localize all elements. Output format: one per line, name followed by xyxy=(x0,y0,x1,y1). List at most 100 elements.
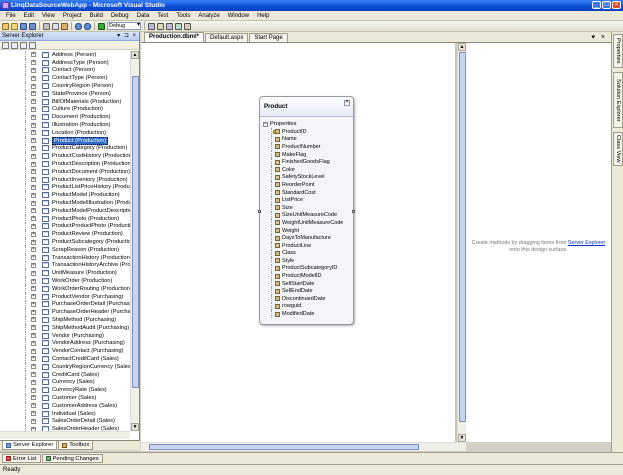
tree-node-table[interactable]: + ShipMethodAudit (Purchasing) xyxy=(0,323,130,332)
tab-class-view[interactable]: Class View xyxy=(613,132,623,166)
tree-node-table[interactable]: + CountryRegion (Person) xyxy=(0,82,130,90)
expand-icon[interactable]: + xyxy=(31,418,36,424)
tree-node-table[interactable]: + ProductModelProductDescription (Product… xyxy=(0,206,130,215)
tree-node-table[interactable]: + Product (Production) xyxy=(0,136,130,145)
expand-icon[interactable]: + xyxy=(31,270,36,276)
expand-icon[interactable]: + xyxy=(31,255,36,261)
expand-icon[interactable]: + xyxy=(31,231,36,237)
toolbox-icon[interactable] xyxy=(175,22,182,30)
entity-property[interactable]: StandardCost xyxy=(271,188,353,197)
tree-horizontal-scrollbar[interactable] xyxy=(0,431,130,439)
expand-icon[interactable]: + xyxy=(31,161,36,167)
properties-window-icon[interactable] xyxy=(157,22,164,30)
properties-section[interactable]: − Properties xyxy=(263,121,296,127)
expand-icon[interactable]: + xyxy=(31,192,36,198)
panel-controls[interactable]: ▾ ⊐ × xyxy=(117,32,137,39)
tab-toolbox[interactable]: Toolbox xyxy=(58,441,94,450)
tab-pending-changes[interactable]: Pending Changes xyxy=(41,454,103,463)
tree-node-table[interactable]: + TransactionHistoryArchive (Production) xyxy=(0,261,130,270)
expand-icon[interactable]: + xyxy=(31,153,36,159)
tree-node-table[interactable]: + TransactionHistory (Production) xyxy=(0,253,130,262)
scroll-up-icon[interactable]: ▲ xyxy=(458,43,466,51)
minimize-button[interactable]: _ xyxy=(592,1,601,9)
close-button[interactable]: × xyxy=(612,1,621,9)
tree-node-table[interactable]: + Illustration (Production) xyxy=(0,121,130,129)
expand-icon[interactable]: + xyxy=(31,91,36,97)
expand-icon[interactable]: + xyxy=(31,340,36,346)
entity-property[interactable]: ProductModelID xyxy=(271,272,353,280)
tree-node-table[interactable]: + StateProvince (Person) xyxy=(0,89,130,98)
entity-property[interactable]: Name xyxy=(271,135,353,144)
menu-analyze[interactable]: Analyze xyxy=(194,13,223,19)
expand-icon[interactable]: + xyxy=(31,75,36,81)
open-file-icon[interactable] xyxy=(11,22,18,30)
stop-refresh-icon[interactable] xyxy=(11,41,18,49)
start-debugging-icon[interactable] xyxy=(98,22,105,30)
tree-node-table[interactable]: + Document (Production) xyxy=(0,113,130,122)
entity-property[interactable]: rowguid xyxy=(271,302,353,311)
entity-property[interactable]: Style xyxy=(271,257,353,265)
tree-node-table[interactable]: + UnitMeasure (Production) xyxy=(0,269,130,278)
tree-node-table[interactable]: + ProductCostHistory (Production) xyxy=(0,152,130,161)
tree-node-table[interactable]: + Location (Production) xyxy=(0,128,130,137)
tree-node-table[interactable]: + AddressType (Person) xyxy=(0,58,130,67)
tab-start-page[interactable]: Start Page xyxy=(249,33,288,42)
tree-node-table[interactable]: + ProductProductPhoto (Production) xyxy=(0,222,130,231)
expand-icon[interactable]: + xyxy=(31,208,36,214)
expand-icon[interactable]: + xyxy=(31,301,36,307)
entity-property[interactable]: ProductID xyxy=(271,128,353,136)
tree-node-table[interactable]: + ProductInventory (Production) xyxy=(0,175,130,184)
tab-server-explorer[interactable]: Server Explorer xyxy=(2,441,58,450)
expand-icon[interactable]: + xyxy=(31,177,36,183)
menu-file[interactable]: File xyxy=(2,13,20,19)
undo-icon[interactable] xyxy=(75,22,82,30)
tree-node-table[interactable]: + Culture (Production) xyxy=(0,105,130,114)
entity-property[interactable]: WeightUnitMeasureCode xyxy=(271,219,353,227)
collapse-icon[interactable]: ^ xyxy=(344,100,350,106)
entity-property[interactable]: DaysToManufacture xyxy=(271,234,353,242)
expand-icon[interactable]: + xyxy=(31,403,36,409)
tree-node-table[interactable]: + CustomerAddress (Sales) xyxy=(0,401,130,410)
scroll-thumb[interactable] xyxy=(132,76,139,388)
menu-debug[interactable]: Debug xyxy=(107,13,133,19)
entity-property[interactable]: Color xyxy=(271,165,353,174)
expand-icon[interactable]: + xyxy=(31,317,36,323)
entity-property[interactable]: SellStartDate xyxy=(271,279,353,288)
object-browser-icon[interactable] xyxy=(166,22,173,30)
tree-node-table[interactable]: + ProductModelIllustration (Production) xyxy=(0,199,130,207)
toolbar-options-icon[interactable] xyxy=(184,22,191,30)
expand-icon[interactable]: + xyxy=(31,114,36,120)
expand-icon[interactable]: + xyxy=(31,184,36,190)
expand-icon[interactable]: + xyxy=(31,309,36,315)
entity-property[interactable]: FinishedGoodsFlag xyxy=(271,158,353,166)
entity-property[interactable]: DiscontinuedDate xyxy=(271,295,353,303)
refresh-icon[interactable] xyxy=(2,41,9,49)
tree-node-table[interactable]: + ContactType (Person) xyxy=(0,74,130,83)
expand-icon[interactable]: + xyxy=(31,216,36,222)
document-close-controls[interactable]: ▾ × xyxy=(591,33,607,41)
tree-node-table[interactable]: + VendorAddress (Purchasing) xyxy=(0,339,130,348)
tab-error-list[interactable]: Error List xyxy=(2,454,41,463)
expand-icon[interactable]: + xyxy=(31,122,36,128)
menu-build[interactable]: Build xyxy=(86,13,107,19)
tree-node-table[interactable]: + Currency (Sales) xyxy=(0,378,130,387)
server-explorer-link[interactable]: Server Explorer xyxy=(568,240,605,246)
tree-node-table[interactable]: + Address (Person) xyxy=(0,51,130,59)
expand-icon[interactable]: + xyxy=(31,278,36,284)
expand-icon[interactable]: + xyxy=(31,138,36,144)
find-in-files-icon[interactable] xyxy=(148,22,155,30)
expand-icon[interactable]: + xyxy=(31,356,36,362)
expand-icon[interactable]: + xyxy=(31,67,36,73)
expand-icon[interactable]: + xyxy=(31,364,36,370)
tab-default-aspx[interactable]: Default.aspx xyxy=(205,33,249,42)
expand-icon[interactable]: + xyxy=(31,239,36,245)
tab-production-dbml[interactable]: Production.dbml* xyxy=(144,32,204,42)
expand-icon[interactable]: + xyxy=(31,387,36,393)
tree-node-table[interactable]: + CountryRegionCurrency (Sales) xyxy=(0,362,130,371)
expand-icon[interactable]: + xyxy=(31,395,36,401)
entity-header[interactable]: Product ^ xyxy=(260,97,353,117)
expand-icon[interactable]: + xyxy=(31,52,36,58)
tree-node-table[interactable]: + ProductModel (Production) xyxy=(0,191,130,200)
tree-node-table[interactable]: + ProductReview (Production) xyxy=(0,230,130,239)
menu-tools[interactable]: Tools xyxy=(172,13,194,19)
